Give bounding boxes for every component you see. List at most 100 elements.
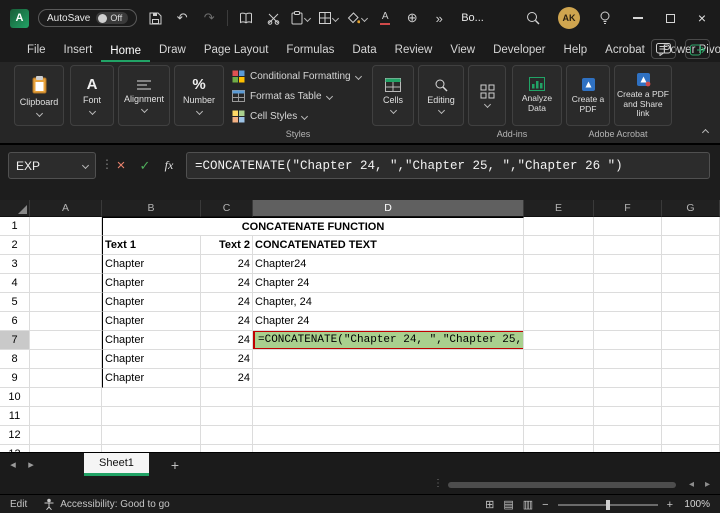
formula-input[interactable]: =CONCATENATE("Chapter 24, ","Chapter 25,… xyxy=(186,152,710,179)
select-all-corner[interactable] xyxy=(0,200,30,217)
row-header-7[interactable]: 7 xyxy=(0,331,30,350)
accessibility-status[interactable]: Accessibility: Good to go xyxy=(43,498,170,510)
cells-button[interactable]: Cells xyxy=(372,65,414,126)
enter-button[interactable]: ✓ xyxy=(134,152,156,179)
cell[interactable] xyxy=(524,274,594,293)
cell[interactable] xyxy=(594,407,662,426)
column-header-C[interactable]: C xyxy=(201,200,253,217)
cell[interactable] xyxy=(30,255,102,274)
lightbulb-icon[interactable] xyxy=(596,6,614,30)
cell[interactable] xyxy=(201,445,253,452)
cell[interactable] xyxy=(524,293,594,312)
column-header-G[interactable]: G xyxy=(662,200,720,217)
cell[interactable] xyxy=(594,331,662,350)
page-layout-view-icon[interactable]: ▤ xyxy=(503,498,513,511)
cell[interactable] xyxy=(662,312,720,331)
zoom-out-icon[interactable]: − xyxy=(542,499,548,511)
cell[interactable] xyxy=(662,350,720,369)
editing-button[interactable]: Editing xyxy=(418,65,464,126)
conditional-formatting-button[interactable]: Conditional Formatting xyxy=(232,67,364,85)
tab-help[interactable]: Help xyxy=(555,40,597,62)
borders-icon[interactable] xyxy=(319,6,338,30)
cell[interactable] xyxy=(524,445,594,452)
cell[interactable] xyxy=(30,236,102,255)
cell[interactable] xyxy=(30,312,102,331)
column-header-F[interactable]: F xyxy=(594,200,662,217)
cell[interactable]: Chapter xyxy=(102,293,201,312)
row-header-1[interactable]: 1 xyxy=(0,217,30,236)
analyze-data-button[interactable]: Analyze Data xyxy=(512,65,562,126)
cell[interactable] xyxy=(594,312,662,331)
add-ins-button[interactable] xyxy=(468,65,506,126)
cell[interactable]: Chapter xyxy=(102,312,201,331)
alignment-button[interactable]: Alignment xyxy=(118,65,170,126)
cut-icon[interactable] xyxy=(264,6,282,30)
cell[interactable] xyxy=(524,350,594,369)
cell[interactable] xyxy=(594,369,662,388)
cell[interactable] xyxy=(594,426,662,445)
add-circle-icon[interactable]: ⊕ xyxy=(403,6,421,30)
sheet-tab-sheet1[interactable]: Sheet1 xyxy=(84,453,149,476)
create-pdf-button[interactable]: Create a PDF xyxy=(566,65,610,126)
font-button[interactable]: A Font xyxy=(70,65,114,126)
search-icon[interactable] xyxy=(524,6,542,30)
cell[interactable] xyxy=(662,255,720,274)
cell[interactable]: 24 xyxy=(201,293,253,312)
redo-icon[interactable]: ↷ xyxy=(200,6,218,30)
more-commands-icon[interactable]: » xyxy=(430,6,448,30)
cell[interactable] xyxy=(662,331,720,350)
autosave-switch[interactable]: Off xyxy=(96,12,128,24)
cell[interactable] xyxy=(524,217,594,236)
cell[interactable]: CONCATENATED TEXT xyxy=(253,236,524,255)
zoom-level[interactable]: 100% xyxy=(682,499,710,510)
cell[interactable] xyxy=(594,217,662,236)
cell[interactable]: Chapter xyxy=(102,255,201,274)
cell[interactable] xyxy=(524,407,594,426)
tab-data[interactable]: Data xyxy=(343,40,385,62)
cell[interactable]: Chapter 24 xyxy=(253,274,524,293)
cell[interactable] xyxy=(30,388,102,407)
banner-cell[interactable]: CONCATENATE FUNCTION xyxy=(102,217,524,236)
create-pdf-share-button[interactable]: Create a PDF and Share link xyxy=(614,65,672,126)
save-icon[interactable] xyxy=(146,6,164,30)
row-header-6[interactable]: 6 xyxy=(0,312,30,331)
tab-draw[interactable]: Draw xyxy=(150,40,195,62)
cell-styles-button[interactable]: Cell Styles xyxy=(232,107,364,125)
comment-button[interactable] xyxy=(651,39,676,59)
cell[interactable] xyxy=(253,426,524,445)
cell[interactable] xyxy=(524,236,594,255)
tab-review[interactable]: Review xyxy=(386,40,442,62)
tab-acrobat[interactable]: Acrobat xyxy=(596,40,654,62)
cell[interactable] xyxy=(253,445,524,452)
zoom-slider[interactable] xyxy=(558,504,658,506)
row-header-12[interactable]: 12 xyxy=(0,426,30,445)
cell[interactable] xyxy=(253,407,524,426)
cell[interactable]: Chapter 24 xyxy=(253,312,524,331)
cell[interactable] xyxy=(662,445,720,452)
cell[interactable]: Text 2 xyxy=(201,236,253,255)
cell[interactable] xyxy=(30,369,102,388)
cell[interactable]: 24 xyxy=(201,350,253,369)
column-header-E[interactable]: E xyxy=(524,200,594,217)
cell[interactable]: 24 xyxy=(201,274,253,293)
cell[interactable] xyxy=(524,331,594,350)
cell[interactable] xyxy=(102,388,201,407)
row-header-11[interactable]: 11 xyxy=(0,407,30,426)
prev-sheet-icon[interactable]: ◂ xyxy=(4,458,22,471)
cell[interactable] xyxy=(30,407,102,426)
zoom-in-icon[interactable]: + xyxy=(667,499,673,511)
cell[interactable] xyxy=(662,407,720,426)
tab-page-layout[interactable]: Page Layout xyxy=(195,40,278,62)
cell[interactable] xyxy=(102,426,201,445)
cell[interactable]: Chapter, 24 xyxy=(253,293,524,312)
name-box[interactable]: EXP xyxy=(8,152,96,179)
cell[interactable] xyxy=(594,445,662,452)
in-cell-formula[interactable]: =CONCATENATE("Chapter 24, ","Chapter 25,… xyxy=(253,331,524,350)
cell[interactable] xyxy=(594,388,662,407)
scrollbar-split-handle[interactable]: ⋮ xyxy=(433,478,443,489)
close-button[interactable]: × xyxy=(694,6,710,30)
autosave-toggle[interactable]: AutoSave Off xyxy=(38,9,137,27)
fill-color-icon[interactable] xyxy=(347,6,367,30)
editing-cell[interactable]: =CONCATENATE("Chapter 24, ","Chapter 25,… xyxy=(253,331,524,350)
cell[interactable] xyxy=(30,350,102,369)
